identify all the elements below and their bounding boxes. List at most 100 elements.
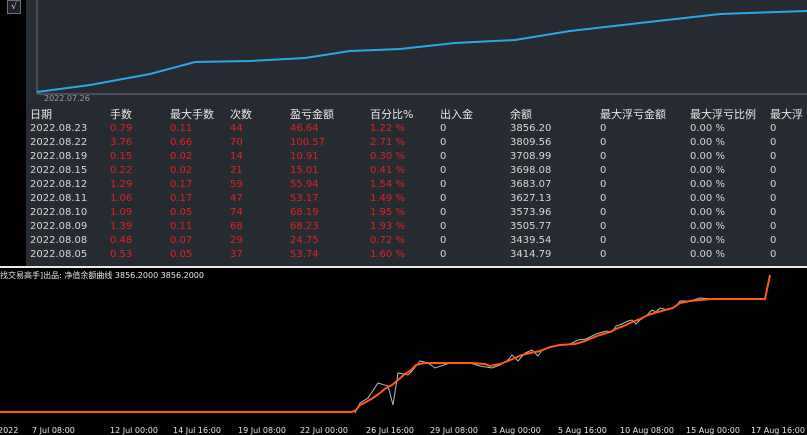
table-cell: 0 (600, 165, 607, 176)
time-axis-tick: 12 Jul 00:00 (110, 426, 158, 435)
table-cell: 2022.08.15 (30, 165, 88, 176)
table-cell: 0.15 (110, 151, 133, 162)
table-cell: 0 (440, 165, 447, 176)
time-axis-tick: 14 Jul 16:00 (173, 426, 221, 435)
table-row[interactable]: 2022.08.22 3.76 0.66 70 100.57 2.71 % 0 3809.56… (0, 136, 807, 150)
table-cell: 24.75 (290, 235, 319, 246)
table-cell: 37 (230, 249, 243, 260)
table-cell: 3708.99 (510, 151, 552, 162)
table-cell: 0.30 % (370, 151, 405, 162)
table-cell: 0.00 % (690, 165, 725, 176)
table-row[interactable]: 2022.08.12 1.29 0.17 59 55.94 1.54 % 0 3683.07 0… (0, 178, 807, 192)
time-axis-tick: 29 Jul 08:00 (430, 426, 478, 435)
time-axis-tick: 10 Aug 08:00 (620, 426, 674, 435)
table-row[interactable]: 2022.08.08 0.48 0.07 29 24.75 0.72 % 0 3439.54 0… (0, 234, 807, 248)
table-cell: 70 (230, 137, 243, 148)
table-cell: 3573.96 (510, 207, 552, 218)
table-cell: 47 (230, 193, 243, 204)
table-cell: 0.05 (170, 249, 193, 260)
table-cell: 0 (440, 151, 447, 162)
table-cell: 59 (230, 179, 243, 190)
table-cell: 3439.54 (510, 235, 552, 246)
table-cell: 0 (600, 137, 607, 148)
table-cell: 68.23 (290, 221, 319, 232)
table-row[interactable]: 2022.08.11 1.06 0.17 47 53.17 1.49 % 0 3627.13 0… (0, 192, 807, 206)
table-cell: 2022.08.22 (30, 137, 88, 148)
table-cell: 0 (440, 193, 447, 204)
table-cell: 1.09 (110, 207, 133, 218)
table-row[interactable]: 2022.08.05 0.53 0.05 37 53.74 1.60 % 0 3414.79 0… (0, 248, 807, 262)
table-cell: 0.07 (170, 235, 193, 246)
table-row[interactable]: 2022.08.15 0.22 0.02 21 15.01 0.41 % 0 3698.08 0… (0, 164, 807, 178)
table-cell: 44 (230, 123, 243, 134)
table-cell: 55.94 (290, 179, 319, 190)
table-cell: 1.29 (110, 179, 133, 190)
column-header: 盈亏金额 (290, 108, 334, 121)
table-cell: 0 (770, 235, 777, 246)
table-cell: 1.22 % (370, 123, 405, 134)
table-row[interactable]: 2022.08.19 0.15 0.02 14 10.91 0.30 % 0 3708.99 0… (0, 150, 807, 164)
table-cell: 2022.08.05 (30, 249, 88, 260)
column-header: 次数 (230, 108, 252, 121)
table-cell: 0 (600, 221, 607, 232)
table-cell: 0 (440, 249, 447, 260)
balance-chart (0, 274, 771, 414)
table-cell: 0.00 % (690, 235, 725, 246)
table-cell: 0 (600, 249, 607, 260)
table-cell: 0.00 % (690, 193, 725, 204)
table-header: 日期 手数 最大手数 次数 盈亏金额 百分比% 出入金 余额 最大浮亏金额 最大浮亏比例 最大浮 (0, 108, 807, 122)
column-header: 出入金 (440, 108, 473, 121)
time-axis-tick: 17 Aug 16:00 (751, 426, 805, 435)
table-cell: 100.57 (290, 137, 325, 148)
column-header: 最大浮亏金额 (600, 108, 666, 121)
table-row[interactable]: 2022.08.09 1.39 0.11 68 68.23 1.93 % 0 3505.77 0… (0, 220, 807, 234)
table-cell: 2.71 % (370, 137, 405, 148)
table-cell: 0 (600, 151, 607, 162)
table-cell: 0 (440, 123, 447, 134)
daily-stats-table: 日期 手数 最大手数 次数 盈亏金额 百分比% 出入金 余额 最大浮亏金额 最大浮亏比例 最大浮 20… (0, 108, 807, 262)
table-row[interactable]: 2022.08.23 0.79 0.11 44 46.64 1.22 % 0 3856.20 0… (0, 122, 807, 136)
table-cell: 3627.13 (510, 193, 552, 204)
table-cell: 0 (600, 207, 607, 218)
balance-line (0, 274, 771, 413)
toggle-checkbox[interactable]: √ (7, 0, 21, 14)
table-cell: 0 (440, 235, 447, 246)
table-cell: 0 (440, 207, 447, 218)
time-axis-tick: 19 Jul 08:00 (238, 426, 286, 435)
table-cell: 14 (230, 151, 243, 162)
balance-chart-window: 找交易高手]出品: 净值余额曲线 3856.2000 3856.2000 202… (0, 268, 807, 435)
table-cell: 1.93 % (370, 221, 405, 232)
time-axis-tick: 5 Aug 16:00 (558, 426, 607, 435)
table-cell: 0 (770, 137, 777, 148)
table-cell: 0 (600, 123, 607, 134)
column-header: 最大浮 (770, 108, 803, 121)
time-axis-tick: 7 Jul 08:00 (32, 426, 75, 435)
table-cell: 0.00 % (690, 151, 725, 162)
table-cell: 0 (600, 179, 607, 190)
table-cell: 0 (600, 193, 607, 204)
table-cell: 3698.08 (510, 165, 552, 176)
table-cell: 0 (440, 221, 447, 232)
time-axis-tick: 26 Jul 16:00 (366, 426, 414, 435)
table-cell: 0.05 (170, 207, 193, 218)
table-cell: 2022.08.08 (30, 235, 88, 246)
table-cell: 0.11 (170, 221, 193, 232)
equity-axis-date: 2022.07.26 (44, 94, 90, 103)
table-cell: 10.91 (290, 151, 319, 162)
column-header: 最大浮亏比例 (690, 108, 756, 121)
equity-mini-chart (36, 0, 807, 95)
table-cell: 0.00 % (690, 221, 725, 232)
table-cell: 21 (230, 165, 243, 176)
table-row[interactable]: 2022.08.10 1.09 0.05 74 68.19 1.95 % 0 3573.96 0… (0, 206, 807, 220)
table-cell: 3414.79 (510, 249, 552, 260)
table-cell: 53.74 (290, 249, 319, 260)
column-header: 手数 (110, 108, 132, 121)
table-cell: 2022.08.19 (30, 151, 88, 162)
table-cell: 68.19 (290, 207, 319, 218)
table-cell: 1.95 % (370, 207, 405, 218)
table-cell: 0.53 (110, 249, 133, 260)
table-cell: 0.00 % (690, 137, 725, 148)
table-cell: 1.49 % (370, 193, 405, 204)
time-axis-tick: 2022 (0, 426, 19, 435)
table-cell: 0.17 (170, 179, 193, 190)
